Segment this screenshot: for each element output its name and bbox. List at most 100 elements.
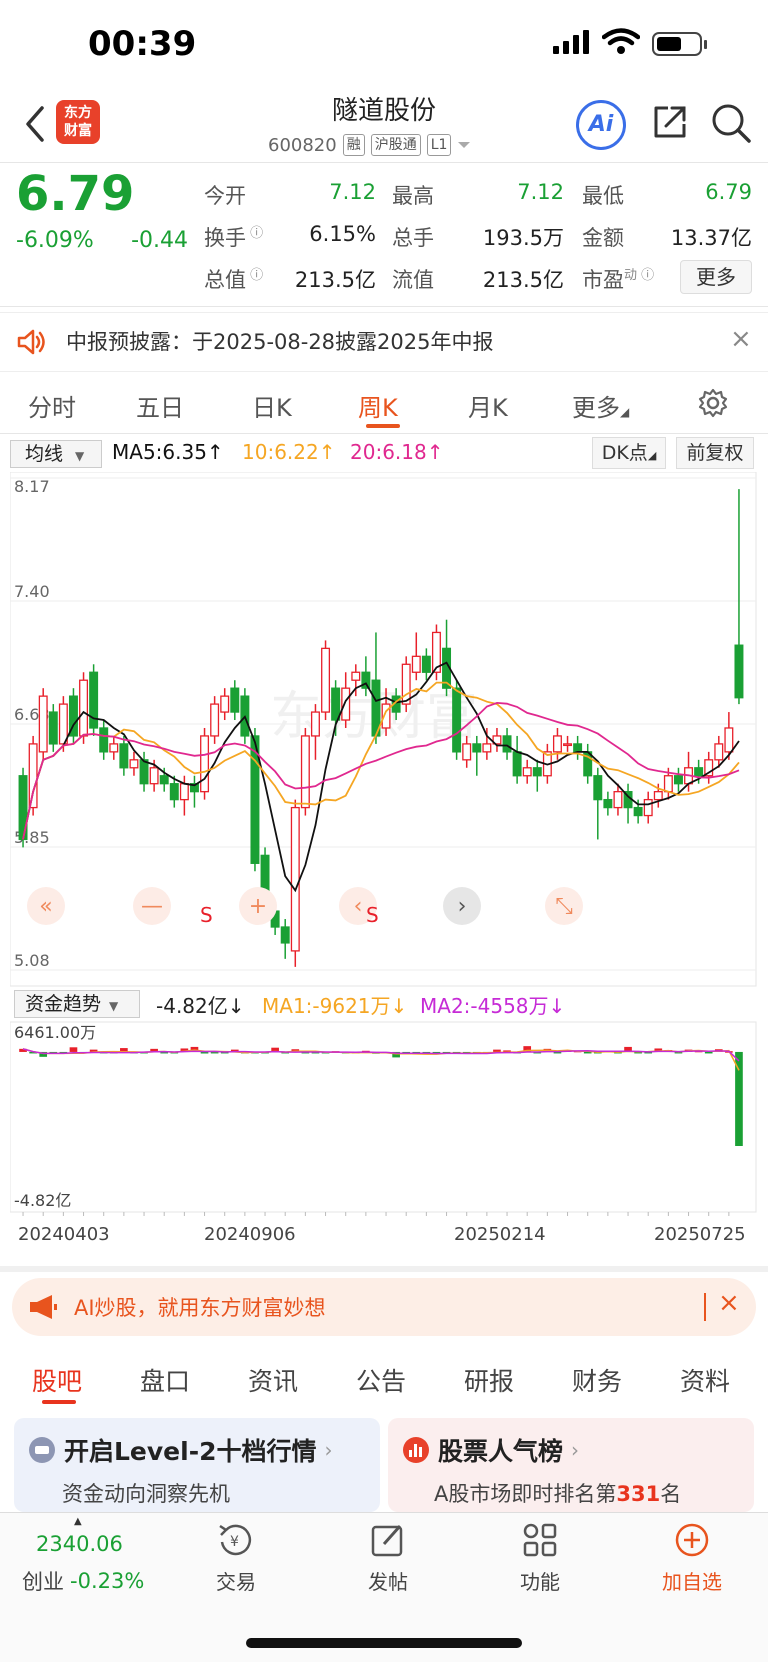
candle-body <box>38 695 48 753</box>
candle-body <box>119 743 129 769</box>
svg-text:+: + <box>249 894 267 919</box>
svg-text:¥: ¥ <box>230 1534 239 1550</box>
popularity-subtitle: A股市场即时排名第331名 <box>434 1482 682 1506</box>
candle-body <box>139 759 149 785</box>
quote-value-2: 6.79 <box>705 180 752 204</box>
candle-body <box>724 727 734 753</box>
quote-label-7: 流值 <box>392 268 434 292</box>
fullscreen-icon[interactable]: ⤡ <box>545 887 583 925</box>
function-grid-icon[interactable] <box>522 1522 558 1558</box>
active-bottom-tab-indicator <box>42 1400 76 1404</box>
tab-monthly-k[interactable]: 月K <box>468 388 508 423</box>
quote-label-6: 总值 ⓘ <box>204 268 264 292</box>
gear-icon[interactable] <box>698 388 728 418</box>
zoom-in-icon[interactable]: + <box>239 887 277 925</box>
adjust-price-button[interactable]: 前复权 <box>676 437 754 469</box>
notice-text: 中报预披露：于2025-08-28披露2025年中报 <box>66 330 494 354</box>
date-label: 20240906 <box>204 1224 296 1245</box>
more-quote-button[interactable]: 更多 <box>680 260 752 294</box>
candle-body <box>48 711 58 745</box>
candle-body <box>351 671 361 681</box>
candle-body <box>159 775 169 785</box>
ma10-value: 10:6.22↑ <box>242 440 336 464</box>
quote-label-5: 金额 <box>582 226 624 250</box>
tab-announcements[interactable]: 公告 <box>356 1362 406 1398</box>
dock-post[interactable]: 发帖 <box>358 1566 418 1595</box>
tab-daily-k[interactable]: 日K <box>252 388 292 423</box>
index-change[interactable]: 创业 -0.23% <box>22 1566 144 1596</box>
tag-level[interactable]: L1 <box>426 134 452 156</box>
dock-trade[interactable]: 交易 <box>206 1566 266 1595</box>
candle-body <box>421 655 431 673</box>
caret-down-icon[interactable] <box>457 140 471 150</box>
clock: 00:39 <box>88 24 197 64</box>
candle-body <box>482 743 492 753</box>
svg-text:›: › <box>458 894 467 919</box>
candle-body <box>58 703 68 745</box>
popularity-title: 股票人气榜 <box>438 1437 564 1466</box>
indicator-selector[interactable]: 均线 ▼ <box>10 440 102 468</box>
popularity-card[interactable]: 股票人气榜 › A股市场即时排名第331名 <box>388 1418 754 1512</box>
tab-order-book[interactable]: 盘口 <box>140 1362 190 1398</box>
zoom-out-icon[interactable]: — <box>133 887 171 925</box>
sell-signal: S <box>366 903 379 927</box>
fund-ma2: MA2:-4558万↓ <box>420 994 566 1018</box>
fund-bar <box>69 1047 78 1052</box>
fund-trend-chart[interactable]: 6461.00万 -4.82亿 20240403 20240906 20250214 2… <box>10 1018 758 1268</box>
candle-body <box>452 687 462 753</box>
candle-body <box>643 798 653 817</box>
tab-research[interactable]: 研报 <box>464 1362 514 1398</box>
date-label: 20240403 <box>18 1224 110 1245</box>
index-value[interactable]: 2340.06 <box>36 1532 123 1556</box>
fund-ma1: MA1:-9621万↓ <box>262 994 408 1018</box>
promo-close-button[interactable]: × <box>718 1288 740 1318</box>
candle-body <box>552 735 562 753</box>
ma5-value: MA5:6.35↑ <box>112 440 224 464</box>
tab-news[interactable]: 资讯 <box>248 1362 298 1398</box>
tab-finance[interactable]: 财务 <box>572 1362 622 1398</box>
post-icon[interactable] <box>370 1522 406 1558</box>
fund-max-label: 6461.00万 <box>14 1023 96 1042</box>
chevron-right-icon: › <box>571 1438 580 1462</box>
speaker-icon <box>17 329 45 355</box>
tag-margin: 融 <box>342 134 365 156</box>
candle-body <box>653 791 663 801</box>
candle-body <box>220 695 230 713</box>
dock-function[interactable]: 功能 <box>510 1566 570 1595</box>
quote-value-3: 6.15% <box>309 222 376 246</box>
chevron-right-icon: › <box>324 1438 333 1462</box>
candle-body <box>169 783 179 801</box>
ai-assistant-button[interactable]: Ai <box>576 100 626 150</box>
weekly-k-chart[interactable]: 东方财富 8.177.406.635.855.08 «—+‹›⤡SS <box>10 472 758 988</box>
fund-bar <box>704 1051 713 1054</box>
info-icon: ⓘ <box>246 268 264 283</box>
tab-profile[interactable]: 资料 <box>680 1362 730 1398</box>
quote-label-4: 总手 <box>392 226 434 250</box>
svg-text:«: « <box>39 894 52 919</box>
tab-weekly-k[interactable]: 周K <box>358 388 398 423</box>
candle-body <box>411 655 421 673</box>
dk-point-button[interactable]: DK点◢ <box>592 437 666 469</box>
share-icon[interactable] <box>650 102 690 142</box>
candle-body <box>310 711 320 737</box>
candle-body <box>573 743 583 753</box>
level2-card[interactable]: 开启Level-2十档行情 › 资金动向洞察先机 <box>14 1418 380 1512</box>
tab-forum[interactable]: 股吧 <box>32 1362 82 1398</box>
search-icon[interactable] <box>710 102 752 144</box>
candle-body <box>502 735 512 753</box>
add-watchlist-icon[interactable] <box>674 1522 710 1558</box>
tab-intraday[interactable]: 分时 <box>28 388 76 423</box>
trade-icon[interactable]: ¥ <box>216 1522 256 1558</box>
notice-close-button[interactable]: × <box>730 324 752 354</box>
nav-next-icon[interactable]: › <box>443 887 481 925</box>
candle-body <box>462 743 472 761</box>
nav-first-icon[interactable]: « <box>27 887 65 925</box>
tab-more[interactable]: 更多◢ <box>572 388 629 423</box>
tab-five-day[interactable]: 五日 <box>136 388 184 423</box>
change-percent: -6.09% <box>16 228 94 253</box>
fund-indicator-selector[interactable]: 资金趋势 ▼ <box>14 990 140 1018</box>
quote-label-3: 换手 ⓘ <box>204 226 264 250</box>
dock-add-watchlist[interactable]: 加自选 <box>656 1566 728 1595</box>
candle-body <box>79 679 89 737</box>
candle-body <box>401 663 411 705</box>
